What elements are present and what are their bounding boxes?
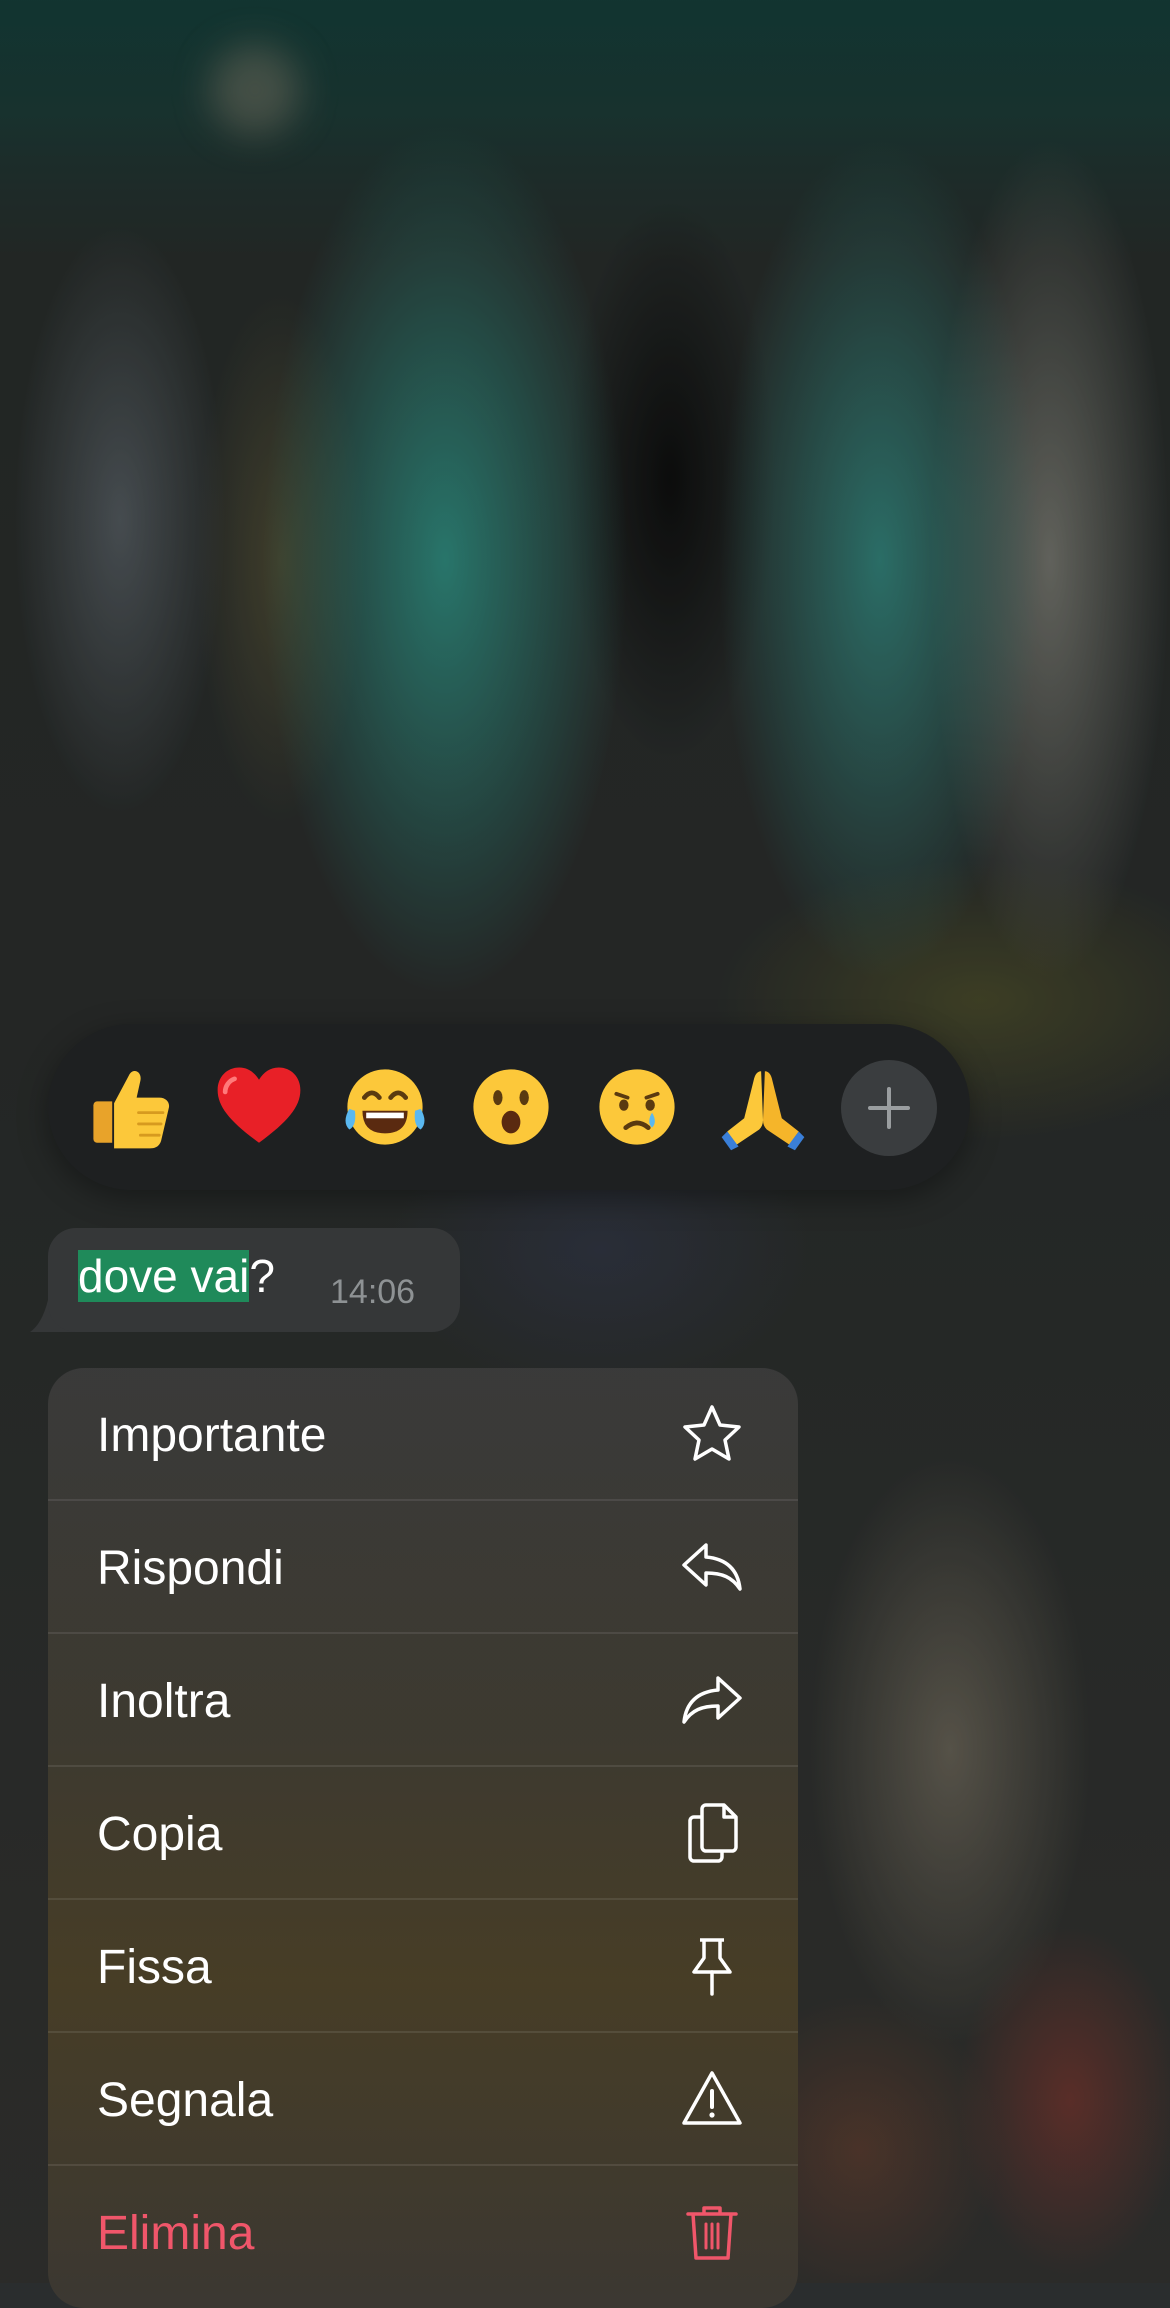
message-context-menu: Importante Rispondi Inoltra Copia Fissa [48,1368,798,2308]
menu-item-label: Segnala [97,2074,274,2127]
red-heart-icon[interactable] [212,1060,306,1154]
message-text-selected: dove vai [78,1250,250,1302]
reply-icon [680,1535,744,1599]
menu-item-elimina[interactable]: Elimina [48,2166,798,2299]
menu-item-copia[interactable]: Copia [48,1767,798,1900]
forward-icon [680,1668,744,1732]
trash-icon [680,2200,744,2264]
reaction-bar [48,1024,970,1190]
menu-item-label: Fissa [97,1941,212,1994]
tears-of-joy-icon[interactable] [338,1060,432,1154]
more-reactions-button[interactable] [841,1060,937,1156]
open-mouth-icon[interactable] [464,1060,558,1154]
crying-face-icon[interactable] [590,1060,684,1154]
menu-item-rispondi[interactable]: Rispondi [48,1501,798,1634]
plus-icon [868,1087,910,1129]
menu-item-label: Importante [97,1409,327,1462]
menu-item-label: Copia [97,1808,223,1861]
folded-hands-icon[interactable] [716,1060,810,1154]
menu-item-inoltra[interactable]: Inoltra [48,1634,798,1767]
copy-icon [680,1801,744,1865]
menu-item-importante[interactable]: Importante [48,1368,798,1501]
pin-icon [680,1934,744,1998]
warning-icon [680,2067,744,2131]
message-text: dove vai? [78,1248,275,1304]
menu-item-segnala[interactable]: Segnala [48,2033,798,2166]
thumbs-up-icon[interactable] [84,1060,178,1154]
message-text-rest: ? [249,1250,275,1302]
message-bubble[interactable]: dove vai? 14:06 [48,1228,460,1332]
menu-item-label: Rispondi [97,1542,284,1595]
star-icon [680,1402,744,1466]
menu-item-fissa[interactable]: Fissa [48,1900,798,2033]
message-time: 14:06 [330,1273,416,1311]
menu-item-label: Inoltra [97,1675,231,1728]
menu-item-label: Elimina [97,2207,255,2260]
